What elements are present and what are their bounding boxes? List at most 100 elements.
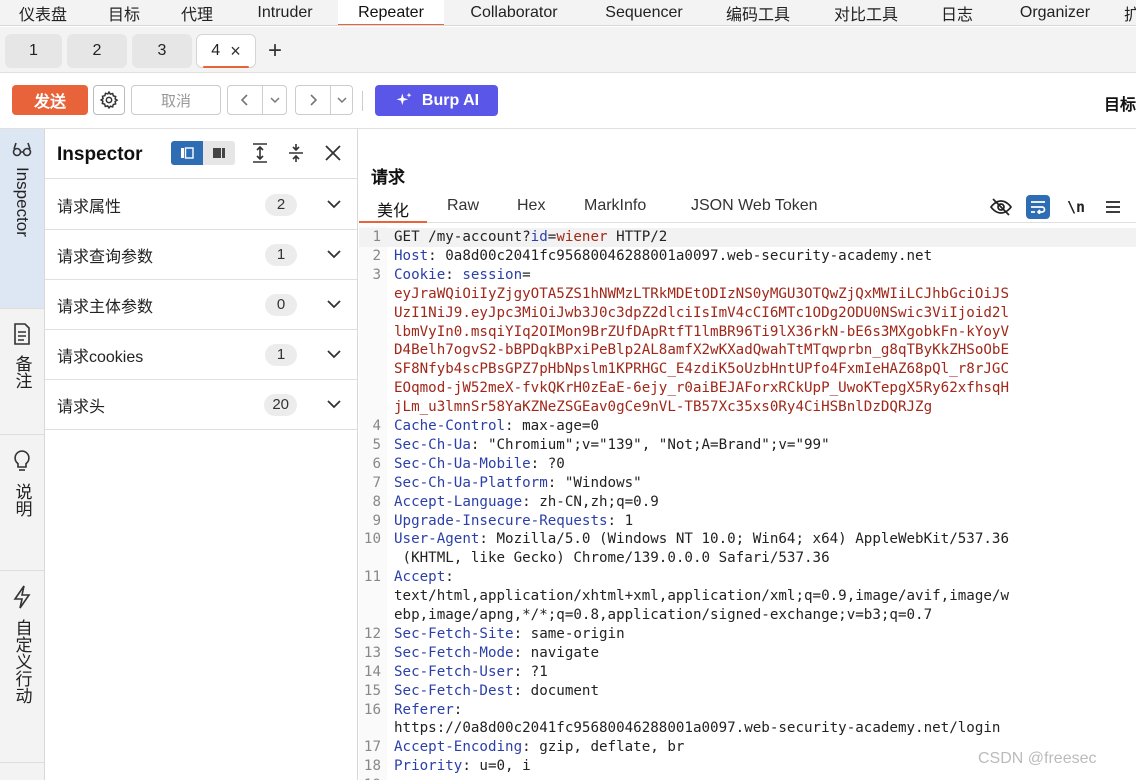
menu-sequencer[interactable]: Sequencer	[584, 0, 704, 25]
rail-notes[interactable]: 备注	[0, 311, 44, 435]
layout-panel-icon[interactable]	[203, 141, 235, 165]
chevron-down-icon	[327, 400, 341, 409]
menu-extensions[interactable]: 扩	[1116, 0, 1136, 25]
cancel-button[interactable]: 取消	[131, 85, 221, 115]
tab-pretty[interactable]: 美化	[377, 197, 409, 221]
menu-dashboard[interactable]: 仪表盘	[0, 0, 86, 25]
code-line: 10 User-Agent: Mozilla/5.0 (Windows NT 10…	[359, 530, 1136, 549]
menu-organizer[interactable]: Organizer	[994, 0, 1116, 25]
count-badge: 20	[264, 393, 297, 416]
chevron-down-icon	[336, 97, 347, 104]
line-number: 6	[372, 455, 381, 472]
add-tab-icon[interactable]: +	[268, 39, 282, 63]
code-line: jLm_u3lmnSr58YaKZNeZSGEav0gCe9nVL-TB57Xc…	[359, 398, 1136, 417]
close-icon[interactable]: ×	[230, 41, 241, 62]
code-line: 9 Upgrade-Insecure-Requests: 1	[359, 512, 1136, 531]
tab-label: 2	[92, 42, 102, 59]
line-text: https://0a8d00c2041fc95680046288001a0097…	[394, 720, 1001, 737]
burp-ai-label: Burp AI	[421, 91, 480, 109]
line-text: Sec-Ch-Ua-Mobile: ?0	[394, 455, 565, 472]
tab-json-web-token[interactable]: JSON Web Token	[691, 197, 818, 215]
forward-button[interactable]	[295, 85, 331, 115]
tab-4[interactable]: 4 ×	[196, 34, 256, 68]
line-text: Cookie: session=	[394, 266, 531, 283]
code-line: D4Belh7ogvS2-bBPDqkBPxiPeBlp2AL8amfX2wKX…	[359, 341, 1136, 360]
wrap-lines-icon[interactable]	[1026, 195, 1050, 219]
tab-label: 3	[157, 42, 167, 59]
code-line: 19	[359, 776, 1136, 780]
line-text: Accept-Language: zh-CN,zh;q=0.9	[394, 493, 659, 510]
tab-label: 1	[29, 42, 38, 59]
tab-2[interactable]: 2	[67, 34, 127, 68]
top-menu: 仪表盘 目标 代理 Intruder Repeater Collaborator…	[0, 0, 1136, 26]
back-button[interactable]	[227, 85, 263, 115]
request-panel: 请求 美化 Raw Hex MarkInfo JSON Web Token \n…	[359, 129, 1136, 780]
chevron-left-icon	[240, 94, 248, 106]
rail-label: Inspector	[13, 167, 32, 237]
menu-logger[interactable]: 日志	[920, 0, 994, 25]
inspector-header: Inspector	[45, 129, 357, 179]
line-number: 2	[372, 247, 381, 264]
inspector-row-query-params[interactable]: 请求查询参数 1	[45, 230, 357, 280]
menu-target[interactable]: 目标	[86, 0, 162, 25]
line-number: 5	[372, 436, 381, 453]
code-line: 15 Sec-Fetch-Dest: document	[359, 682, 1136, 701]
expand-all-icon[interactable]	[248, 141, 272, 165]
count-badge: 0	[265, 293, 297, 316]
line-number: 1	[372, 229, 381, 245]
chevron-down-icon	[327, 250, 341, 259]
lightning-icon	[13, 585, 31, 609]
line-number: 11	[363, 569, 381, 586]
layout-toggle[interactable]	[171, 141, 235, 165]
menu-repeater[interactable]: Repeater	[338, 0, 444, 25]
line-number: 4	[372, 418, 381, 434]
settings-button[interactable]	[93, 85, 125, 115]
menu-collaborator[interactable]: Collaborator	[444, 0, 584, 25]
tab-1[interactable]: 1	[5, 34, 62, 68]
rail-custom-actions[interactable]: 自定义行动	[0, 573, 44, 763]
code-line: https://0a8d00c2041fc95680046288001a0097…	[359, 719, 1136, 738]
hide-nonprintable-icon[interactable]	[989, 195, 1013, 219]
line-text: User-Agent: Mozilla/5.0 (Windows NT 10.0…	[394, 531, 1010, 548]
send-button[interactable]: 发送	[12, 85, 88, 115]
line-text: Accept-Encoding: gzip, deflate, br	[394, 739, 685, 756]
inspector-panel: Inspector 请求属性 2 请求查询参数 1 请求主体参数 0 请求coo…	[45, 129, 358, 780]
line-number: 19	[359, 776, 381, 780]
layout-list-icon[interactable]	[171, 141, 203, 165]
tab-hex[interactable]: Hex	[517, 197, 545, 215]
code-line: (KHTML, like Gecko) Chrome/139.0.0.0 Saf…	[359, 549, 1136, 568]
tab-3[interactable]: 3	[132, 34, 192, 68]
repeater-tab-bar: 1 2 3 4 × +	[0, 27, 1136, 73]
line-text: Sec-Fetch-User: ?1	[394, 663, 548, 680]
count-badge: 2	[265, 193, 297, 216]
code-line: 12 Sec-Fetch-Site: same-origin	[359, 625, 1136, 644]
inspector-row-headers[interactable]: 请求头 20	[45, 380, 357, 430]
menu-icon[interactable]	[1101, 195, 1125, 219]
inspector-row-cookies[interactable]: 请求cookies 1	[45, 330, 357, 380]
line-number: 13	[363, 644, 381, 661]
tab-raw[interactable]: Raw	[447, 197, 479, 215]
inspector-row-body-params[interactable]: 请求主体参数 0	[45, 280, 357, 330]
row-label: 请求属性	[57, 198, 122, 216]
menu-comparer[interactable]: 对比工具	[812, 0, 920, 25]
row-label: 请求头	[57, 398, 106, 416]
menu-decoder[interactable]: 编码工具	[704, 0, 812, 25]
code-line: eyJraWQiOiIyZjgyOTA5ZS1hNWMzLTRkMDEtODIz…	[359, 285, 1136, 304]
rail-explanation[interactable]: 说明	[0, 437, 44, 571]
sparkle-icon	[396, 92, 412, 105]
target-label[interactable]: 目标	[1104, 91, 1136, 115]
back-history-dropdown[interactable]	[262, 85, 287, 115]
newline-toggle-icon[interactable]: \n	[1064, 195, 1088, 219]
forward-history-dropdown[interactable]	[330, 85, 353, 115]
collapse-all-icon[interactable]	[284, 141, 308, 165]
menu-intruder[interactable]: Intruder	[232, 0, 338, 25]
burp-ai-button[interactable]: Burp AI	[375, 85, 498, 116]
inspector-row-request-attributes[interactable]: 请求属性 2	[45, 180, 357, 230]
line-text: Host: 0a8d00c2041fc95680046288001a0097.w…	[394, 247, 933, 264]
tab-markinfo[interactable]: MarkInfo	[584, 197, 646, 215]
code-line: EOqmod-jW52meX-fvkQKrH0zEaE-6ejy_r0aiBEJ…	[359, 379, 1136, 398]
menu-proxy[interactable]: 代理	[162, 0, 232, 25]
request-editor[interactable]: 1 GET /my-account?id=wiener HTTP/2 2 Host: …	[359, 226, 1136, 780]
rail-inspector[interactable]: Inspector	[0, 129, 44, 309]
close-icon[interactable]	[321, 141, 345, 165]
